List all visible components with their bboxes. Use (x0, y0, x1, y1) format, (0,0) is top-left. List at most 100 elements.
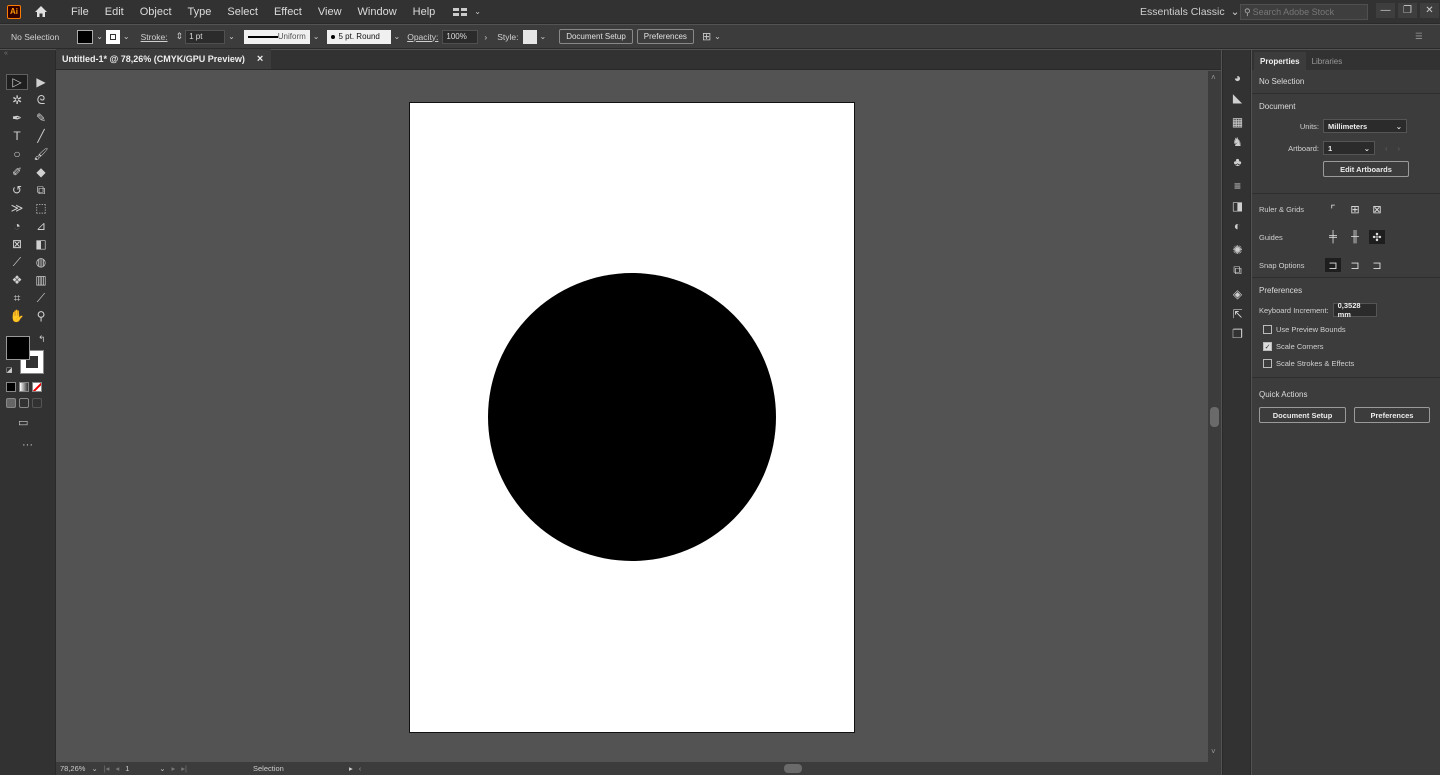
chevron-right-icon[interactable]: › (484, 32, 487, 42)
menu-help[interactable]: Help (405, 0, 444, 24)
scroll-left-icon[interactable]: ‹ (359, 764, 362, 773)
appearance-icon[interactable]: ✺ (1223, 240, 1252, 260)
panel-menu-icon[interactable]: ☰ (1415, 31, 1423, 42)
chevron-down-icon[interactable]: ⌄ (91, 764, 97, 773)
chevron-down-icon[interactable]: ˅ (1211, 747, 1216, 756)
blend-tool-icon[interactable]: ◍ (30, 254, 52, 270)
preferences-button[interactable]: Preferences (636, 29, 694, 44)
screen-mode-icon[interactable]: ▭ (18, 416, 55, 429)
graphic-styles-icon[interactable]: ⧉ (1223, 260, 1252, 280)
menu-select[interactable]: Select (219, 0, 266, 24)
gradient-icon[interactable] (19, 382, 29, 392)
direct-selection-tool-icon[interactable]: ▶ (30, 74, 52, 90)
menu-type[interactable]: Type (180, 0, 220, 24)
close-button[interactable]: ✕ (1420, 3, 1439, 18)
swap-colors-icon[interactable]: ↰ (38, 334, 46, 345)
shaper-tool-icon[interactable]: ✐ (6, 164, 28, 180)
chevron-down-icon[interactable]: ⌄ (540, 32, 547, 41)
export-icon[interactable]: ⇱ (1223, 304, 1252, 324)
fill-swatch[interactable] (77, 29, 94, 44)
chevron-down-icon[interactable]: ⌄ (123, 32, 130, 41)
paintbrush-tool-icon[interactable]: 🖌 (30, 146, 52, 162)
first-artboard-icon[interactable]: |◂ (104, 764, 110, 773)
menu-window[interactable]: Window (350, 0, 405, 24)
artboard[interactable] (409, 102, 855, 733)
snap-to-grid-icon[interactable]: ⊐ (1369, 258, 1385, 272)
chevron-down-icon[interactable]: ⌄ (313, 32, 320, 41)
curvature-tool-icon[interactable]: ✎ (30, 110, 52, 126)
stepper-icon[interactable]: ⇕ (176, 31, 184, 42)
slice-tool-icon[interactable]: ⟋ (30, 290, 52, 306)
minimize-button[interactable]: — (1376, 3, 1395, 18)
align-icon[interactable]: ⊞ (702, 30, 711, 43)
perspective-grid-tool-icon[interactable]: ⊿ (30, 218, 52, 234)
menu-object[interactable]: Object (132, 0, 180, 24)
vertical-scroll-thumb[interactable] (1210, 407, 1219, 427)
rulers-icon[interactable]: ⌜ (1325, 202, 1341, 216)
artboard-number[interactable]: 1 (125, 764, 153, 773)
menu-file[interactable]: File (63, 0, 97, 24)
column-graph-tool-icon[interactable]: ▥ (30, 272, 52, 288)
zoom-tool-icon[interactable]: ⚲ (30, 308, 52, 324)
pen-tool-icon[interactable]: ✒ (6, 110, 28, 126)
fill-color-box[interactable] (6, 336, 30, 360)
style-swatch[interactable] (522, 29, 537, 44)
transparency-grid-icon[interactable]: ⊠ (1369, 202, 1385, 216)
symbol-sprayer-tool-icon[interactable]: ❖ (6, 272, 28, 288)
ellipse-tool-icon[interactable]: ○ (6, 146, 28, 162)
workspace-switcher[interactable]: Essentials Classic ⌄ (1140, 0, 1239, 24)
brush-dropdown[interactable]: 5 pt. Round (326, 29, 391, 44)
default-colors-icon[interactable]: ◪ (6, 366, 13, 374)
shape-builder-tool-icon[interactable]: ◔ (6, 218, 28, 234)
prev-artboard-icon[interactable]: ‹ (1385, 144, 1388, 153)
chevron-down-icon[interactable]: ⌄ (394, 32, 401, 41)
hand-tool-icon[interactable]: ✋ (6, 308, 28, 324)
zoom-level[interactable]: 78,26% (60, 764, 85, 773)
units-dropdown[interactable]: Millimeters ⌄ (1323, 119, 1407, 133)
next-artboard-icon[interactable]: ▸ (172, 764, 176, 773)
tab-properties[interactable]: Properties (1254, 52, 1306, 70)
close-icon[interactable]: × (257, 53, 263, 65)
mesh-tool-icon[interactable]: ⊠ (6, 236, 28, 252)
quick-document-setup-button[interactable]: Document Setup (1259, 407, 1346, 423)
more-tools-icon[interactable]: ··· (22, 439, 55, 451)
layers-icon[interactable]: ◈ (1223, 284, 1252, 304)
eyedropper-tool-icon[interactable]: ⟋ (6, 254, 28, 270)
stock-search-input[interactable]: ⚲ Search Adobe Stock (1240, 4, 1368, 20)
menu-view[interactable]: View (310, 0, 350, 24)
artboard-tool-icon[interactable]: ⌗ (6, 290, 28, 306)
vertical-scrollbar[interactable]: ˄ ˅ (1208, 71, 1221, 762)
artboard-dropdown[interactable]: 1 ⌄ (1323, 141, 1375, 155)
menu-edit[interactable]: Edit (97, 0, 132, 24)
club-icon[interactable]: ♣ (1223, 152, 1252, 172)
chevron-down-icon[interactable]: ⌄ (159, 764, 165, 773)
stroke-profile-dropdown[interactable]: Uniform (243, 29, 310, 44)
home-icon[interactable] (33, 4, 49, 20)
panel-collapse-icon[interactable]: « (0, 50, 55, 60)
snap-to-pixel-icon[interactable]: ⊐ (1347, 258, 1363, 272)
next-artboard-icon[interactable]: › (1398, 144, 1401, 153)
gradient-panel-icon[interactable]: ◨ (1223, 196, 1252, 216)
free-transform-tool-icon[interactable]: ⬚ (30, 200, 52, 216)
none-icon[interactable] (32, 382, 42, 392)
selection-tool-icon[interactable]: ▷ (6, 74, 28, 90)
opacity-input[interactable]: 100% (442, 29, 479, 44)
lasso-tool-icon[interactable]: ᘓ (30, 92, 52, 108)
rotate-tool-icon[interactable]: ↺ (6, 182, 28, 198)
arrange-documents-icon[interactable]: ⌄ (453, 7, 484, 17)
opacity-label[interactable]: Opacity: (407, 32, 438, 42)
brushes-icon[interactable]: ▦ (1223, 112, 1252, 132)
status-menu-icon[interactable]: ▸ (349, 764, 353, 773)
use-preview-bounds-checkbox[interactable] (1263, 325, 1272, 334)
scale-tool-icon[interactable]: ⧉ (30, 182, 52, 198)
smart-guides-icon[interactable]: ✣ (1369, 230, 1385, 244)
chevron-down-icon[interactable]: ⌄ (714, 32, 721, 41)
tab-libraries[interactable]: Libraries (1306, 52, 1349, 70)
magic-wand-tool-icon[interactable]: ✲ (6, 92, 28, 108)
chevron-up-icon[interactable]: ˄ (1211, 73, 1216, 82)
edit-artboards-button[interactable]: Edit Artboards (1323, 161, 1409, 177)
draw-inside-icon[interactable] (32, 398, 42, 408)
swatches-icon[interactable]: ◣ (1223, 88, 1252, 108)
symbols-icon[interactable]: ♞ (1223, 132, 1252, 152)
type-tool-icon[interactable]: T (6, 128, 28, 144)
